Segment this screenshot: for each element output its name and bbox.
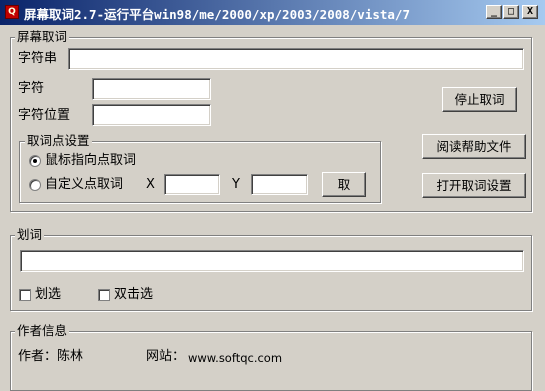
- mouse-point-label[interactable]: 鼠标指向点取词: [45, 153, 136, 169]
- x-label: X: [146, 177, 155, 192]
- website-label: 网站：: [146, 349, 186, 364]
- y-coordinate-field[interactable]: [251, 174, 308, 195]
- capture-point-legend: 取词点设置: [25, 133, 92, 148]
- char-label: 字符: [18, 81, 45, 96]
- char-position-label: 字符位置: [18, 108, 71, 123]
- title-bar[interactable]: Q 屏幕取词2.7-运行平台win98/me/2000/xp/2003/2008…: [0, 0, 545, 25]
- window-title: 屏幕取词2.7-运行平台win98/me/2000/xp/2003/2008/v…: [24, 7, 410, 22]
- selection-text-field[interactable]: [20, 250, 524, 272]
- open-settings-button[interactable]: 打开取词设置: [422, 173, 526, 198]
- double-click-select-checkbox[interactable]: [98, 289, 110, 301]
- pick-point-button[interactable]: 取: [322, 172, 366, 197]
- char-field[interactable]: [92, 78, 211, 100]
- website-link[interactable]: www.softqc.com: [188, 350, 282, 366]
- selection-group-legend: 划词: [15, 227, 45, 242]
- minimize-button[interactable]: _: [486, 5, 502, 19]
- capture-group-legend: 屏幕取词: [15, 29, 70, 44]
- author-name: 作者：陈林: [18, 349, 84, 364]
- drag-select-checkbox[interactable]: [19, 289, 31, 301]
- string-label: 字符串: [18, 51, 58, 66]
- read-help-button[interactable]: 阅读帮助文件: [422, 134, 526, 159]
- selection-group: [10, 235, 532, 311]
- x-coordinate-field[interactable]: [164, 174, 220, 195]
- char-position-field[interactable]: [92, 104, 211, 126]
- drag-select-label[interactable]: 划选: [35, 287, 61, 303]
- custom-point-label[interactable]: 自定义点取词: [45, 177, 123, 193]
- custom-point-radio[interactable]: [29, 179, 41, 191]
- author-group-legend: 作者信息: [15, 323, 70, 338]
- double-click-select-label[interactable]: 双击选: [114, 287, 153, 303]
- maximize-button[interactable]: □: [503, 5, 519, 19]
- stop-capture-button[interactable]: 停止取词: [442, 87, 517, 112]
- app-icon[interactable]: Q: [5, 5, 19, 19]
- string-field[interactable]: [68, 48, 524, 70]
- mouse-point-radio[interactable]: [29, 155, 41, 167]
- close-button[interactable]: X: [522, 5, 538, 19]
- y-label: Y: [232, 177, 240, 192]
